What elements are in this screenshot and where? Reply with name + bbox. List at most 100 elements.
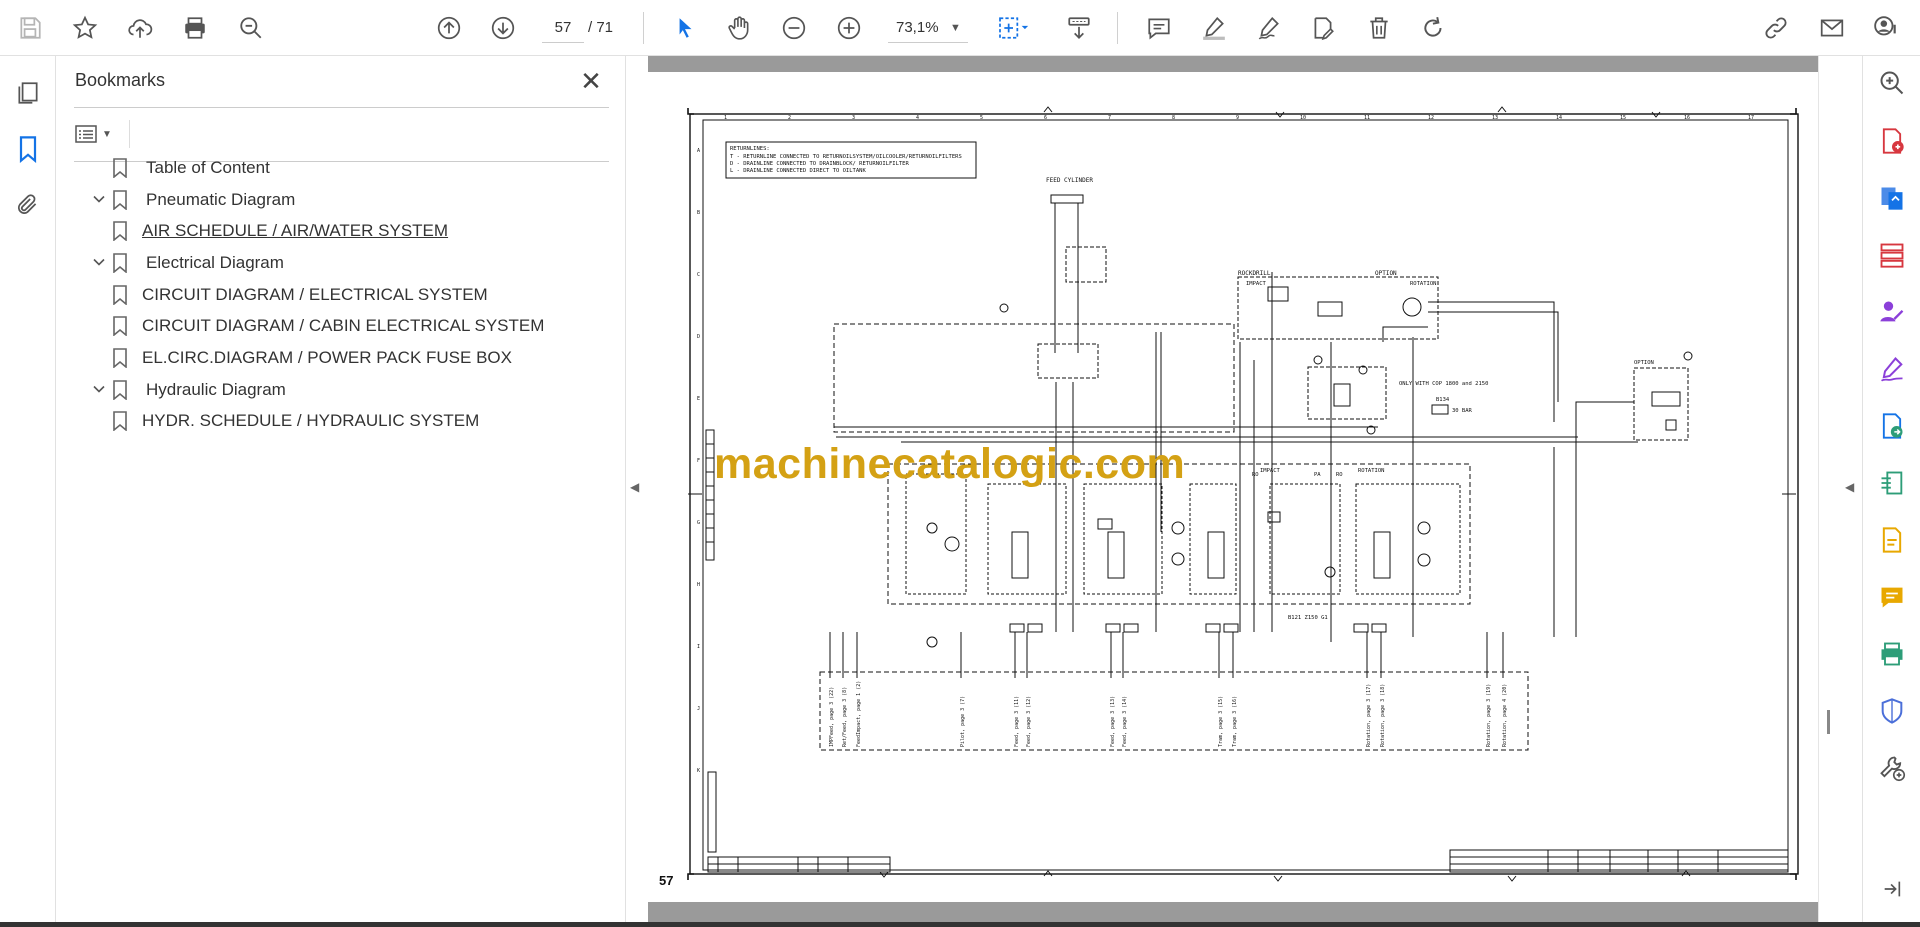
option-label: OPTION — [1375, 270, 1397, 277]
column-number: 3 — [852, 115, 855, 121]
expand-panel-icon[interactable] — [1875, 872, 1909, 906]
more-tools-icon[interactable] — [1875, 751, 1909, 785]
search-zoom-icon[interactable] — [233, 10, 269, 46]
bookmark-flag-icon — [112, 316, 128, 337]
bookmark-label: CIRCUIT DIAGRAM / ELECTRICAL SYSTEM — [142, 285, 488, 304]
port-label: Tram, page 3 (15) — [1218, 696, 1224, 747]
port-label: Feed, page 3 (12) — [1026, 696, 1032, 747]
bookmark-flag-icon — [112, 221, 128, 242]
option2-label: OPTION — [1634, 360, 1654, 366]
delete-icon[interactable] — [1361, 10, 1397, 46]
column-number: 2 — [788, 115, 791, 121]
bookmark-label: Pneumatic Diagram — [146, 190, 296, 209]
link-icon[interactable] — [1758, 10, 1794, 46]
column-number: 7 — [1108, 115, 1111, 121]
bookmark-item[interactable]: Pneumatic Diagram — [92, 186, 295, 214]
port-label: IMPFeed, page 3 (22) — [829, 687, 835, 747]
pa-label: PA — [1314, 472, 1321, 478]
chevron-down-icon[interactable]: ▼ — [950, 13, 961, 43]
print-production-icon[interactable] — [1875, 637, 1909, 671]
close-icon[interactable]: ✕ — [576, 66, 606, 96]
account-help-icon[interactable] — [1868, 10, 1904, 46]
comment-tool-icon[interactable] — [1875, 580, 1909, 614]
fill-sign-icon[interactable] — [1875, 352, 1909, 386]
select-arrow-icon[interactable] — [667, 10, 703, 46]
fit-page-icon[interactable] — [990, 10, 1036, 46]
compress-icon[interactable] — [1875, 466, 1909, 500]
stamp-icon[interactable] — [1305, 10, 1341, 46]
page-gap-top — [648, 56, 1818, 72]
row-letter: G — [697, 520, 700, 526]
zoom-out-icon[interactable] — [776, 10, 812, 46]
bookmark-label: Hydraulic Diagram — [146, 380, 286, 399]
bookmark-options-button[interactable]: ▼ — [74, 118, 122, 150]
row-letter: K — [697, 768, 700, 774]
zoom-in-icon[interactable] — [831, 10, 867, 46]
port-label: Feed, page 3 (11) — [1014, 696, 1020, 747]
port-label: Ret/Feed, page 3 (8) — [842, 687, 848, 747]
row-letter: F — [697, 458, 700, 464]
column-number: 4 — [916, 115, 919, 121]
left-navigation-rail — [0, 56, 56, 922]
draw-icon[interactable] — [1251, 10, 1287, 46]
row-letter: D — [697, 334, 700, 340]
bookmark-item[interactable]: AIR SCHEDULE / AIR/WATER SYSTEM — [112, 217, 448, 245]
chevron-down-icon[interactable] — [92, 255, 112, 272]
create-pdf-icon[interactable] — [1875, 181, 1909, 215]
panel-title: Bookmarks — [75, 70, 166, 90]
bookmark-item[interactable]: Hydraulic Diagram — [92, 376, 286, 404]
ro-label: RO — [1252, 472, 1259, 478]
highlight-icon[interactable] — [1196, 10, 1232, 46]
bookmark-item[interactable]: EL.CIRC.DIAGRAM / POWER PACK FUSE BOX — [112, 344, 512, 372]
scroll-mode-icon[interactable] — [1061, 10, 1097, 46]
upload-icon[interactable] — [122, 10, 158, 46]
row-letter: J — [697, 706, 700, 712]
pages-icon[interactable] — [10, 75, 46, 111]
organize-pages-icon[interactable] — [1875, 238, 1909, 272]
port-label: FeedImpact, page 1 (2) — [856, 681, 862, 747]
hand-icon[interactable] — [721, 10, 757, 46]
port-label: Rotation, page 3 (19) — [1486, 684, 1492, 747]
attachments-icon[interactable] — [10, 187, 46, 223]
mail-icon[interactable] — [1814, 10, 1850, 46]
bookmarks-icon[interactable] — [10, 131, 46, 167]
page-gap-bottom — [648, 902, 1818, 922]
column-number: 5 — [980, 115, 983, 121]
impact-section-label: IMPACT — [1260, 468, 1281, 474]
export-pdf-icon[interactable] — [1875, 124, 1909, 158]
b121-label: B121 Z150 G1 — [1288, 615, 1328, 621]
comment-icon[interactable] — [1141, 10, 1177, 46]
column-number: 11 — [1364, 115, 1370, 121]
chevron-down-icon[interactable] — [92, 382, 112, 399]
watermark-text: machinecatalogic.com — [714, 440, 1186, 488]
redo-icon[interactable] — [1416, 10, 1452, 46]
send-review-icon[interactable] — [1875, 409, 1909, 443]
bookmark-item[interactable]: CIRCUIT DIAGRAM / CABIN ELECTRICAL SYSTE… — [112, 312, 544, 340]
column-number: 16 — [1684, 115, 1690, 121]
page-down-icon[interactable] — [485, 10, 521, 46]
row-letter: C — [697, 272, 700, 278]
taskbar-strip — [0, 922, 1920, 927]
bookmark-item[interactable]: CIRCUIT DIAGRAM / ELECTRICAL SYSTEM — [112, 281, 488, 309]
collapse-left-panel-icon[interactable]: ◀ — [630, 480, 639, 494]
edit-pdf-icon[interactable] — [1875, 523, 1909, 557]
request-signature-icon[interactable] — [1875, 295, 1909, 329]
star-icon[interactable] — [67, 10, 103, 46]
bookmark-item[interactable]: Table of Content — [92, 154, 270, 182]
bookmark-label: AIR SCHEDULE / AIR/WATER SYSTEM — [142, 221, 449, 240]
bookmark-item[interactable]: Electrical Diagram — [92, 249, 284, 277]
bookmark-item[interactable]: HYDR. SCHEDULE / HYDRAULIC SYSTEM — [112, 407, 479, 435]
save-icon[interactable] — [12, 10, 48, 46]
zoom-search-icon[interactable] — [1875, 66, 1909, 100]
bookmark-label: HYDR. SCHEDULE / HYDRAULIC SYSTEM — [142, 411, 480, 430]
top-toolbar: 57 / 71 73,1% ▼ — [0, 0, 1920, 56]
protect-icon[interactable] — [1875, 694, 1909, 728]
chevron-down-icon[interactable] — [92, 192, 112, 209]
collapse-right-panel-icon[interactable]: ◀ — [1845, 480, 1854, 494]
page-number-input[interactable]: 57 — [542, 13, 584, 43]
page-up-icon[interactable] — [431, 10, 467, 46]
print-icon[interactable] — [177, 10, 213, 46]
scrollbar-thumb[interactable] — [1827, 710, 1830, 734]
port-label: Rotation, page 4 (20) — [1502, 684, 1508, 747]
vertical-scrollbar[interactable] — [1818, 56, 1836, 922]
